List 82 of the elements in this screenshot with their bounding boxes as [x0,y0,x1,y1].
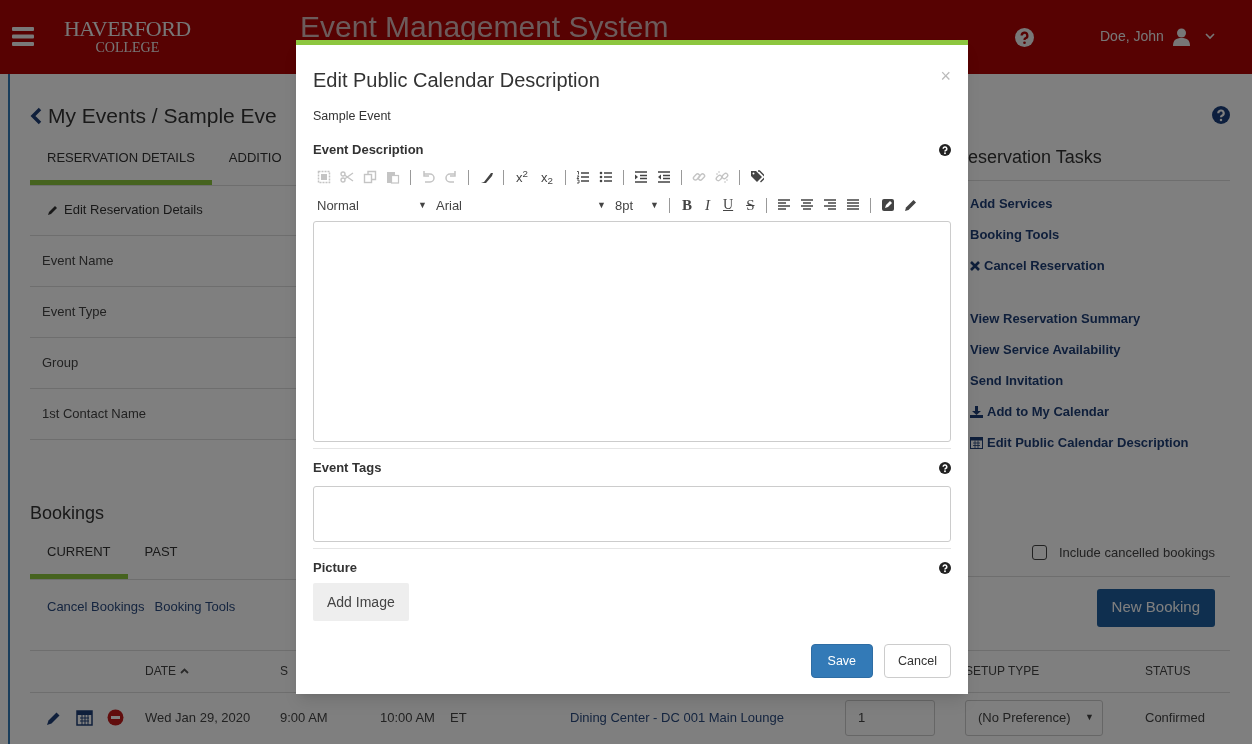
task-link[interactable]: Add Services [970,188,1230,219]
format-dropdown[interactable]: Normal ▼ [317,195,427,215]
dialog-title: Edit Public Calendar Description [313,68,600,93]
table-cell-text: Confirmed [1145,708,1206,727]
align-left-icon[interactable] [777,198,792,213]
help-icon[interactable] [939,143,951,156]
add-image-button[interactable]: Add Image [313,583,409,622]
numbered-list-icon[interactable] [575,170,590,185]
table-cell-text: 9:00 AM [280,708,329,727]
app-title: Event Management System [300,9,669,45]
cancel-icon[interactable] [107,709,124,726]
subscript-button[interactable]: x$_{2}$ [538,170,555,184]
pencil-icon[interactable] [904,198,919,213]
table-cell-text: Wed Jan 29, 2020 [145,708,252,727]
align-justify-icon[interactable] [846,198,861,213]
menu-icon[interactable] [12,27,34,46]
tab[interactable]: ADDITIO [211,148,299,185]
tags-field[interactable] [313,485,951,542]
college-logo-subtext[interactable]: COLLEGE [95,41,160,55]
caret-down-icon [1204,33,1215,40]
close-icon [970,260,980,271]
task-link[interactable]: Edit Public Calendar Description [970,427,1230,458]
event-name-text: Sample Event [313,108,392,125]
strike-button[interactable]: S [744,197,757,213]
tab[interactable]: PAST [127,542,195,579]
pencil-icon [47,204,59,216]
edit-reservation-link[interactable]: Edit Reservation Details [64,200,203,220]
cancel-button[interactable]: Cancel [884,644,951,678]
breadcrumb: My Events / Sample Eve [48,103,277,130]
column-header[interactable]: DATE [145,662,177,680]
quantity-field[interactable]: 1 [845,699,935,736]
align-center-icon[interactable] [800,198,815,213]
field-label: 1st Contact Name [42,404,147,423]
user-menu[interactable]: Doe, John [1100,26,1215,47]
field-label: Group [42,353,79,372]
user-icon [1171,27,1191,46]
underline-button[interactable]: U [721,198,736,213]
column-header[interactable]: S [280,662,288,680]
task-link[interactable]: View Reservation Summary [970,303,1230,334]
help-icon[interactable] [939,561,951,574]
task-link[interactable]: View Service Availability [970,334,1230,365]
format-dropdown[interactable]: Arial ▼ [436,195,606,215]
college-logo-text[interactable]: HAVERFORD [64,18,191,40]
task-link[interactable]: Cancel Reservation [970,250,1230,281]
italic-button[interactable]: I [703,197,712,213]
download-icon [970,405,983,418]
section-heading: Bookings [30,502,106,525]
setup-type-select[interactable]: (No Preference) ▼ [965,699,1103,736]
tags-icon[interactable] [749,170,764,185]
action-link[interactable]: Booking Tools [154,596,236,617]
field-label: Event Type [42,302,107,321]
task-link[interactable]: Add to My Calendar [970,396,1230,427]
checkbox-label[interactable]: Include cancelled bookings [1058,543,1215,563]
outdent-icon[interactable] [656,170,671,185]
task-link[interactable]: Booking Tools [970,219,1230,250]
section-label: Picture [313,558,358,577]
tab[interactable]: RESERVATION DETAILS [30,148,212,185]
save-button[interactable]: Save [810,644,874,678]
calendar-icon[interactable] [76,709,93,726]
superscript-button[interactable]: x$^{2}$ [514,170,530,184]
table-cell-text: 10:00 AM [380,708,436,727]
calendar-icon [970,436,983,449]
indent-icon[interactable] [633,170,648,185]
column-header[interactable]: STATUS [1145,662,1191,680]
action-link[interactable]: Cancel Bookings [47,596,145,617]
section-label: Event Description [313,140,424,159]
help-icon[interactable] [939,462,951,474]
section-label: Event Tags [313,459,382,478]
table-cell-text: ET [450,708,468,727]
align-right-icon[interactable] [823,198,838,213]
task-link[interactable]: Send Invitation [970,365,1230,396]
bold-button[interactable]: B [680,197,694,213]
fill-color-icon[interactable] [881,198,896,213]
checkbox[interactable] [1031,545,1047,561]
new-booking-button[interactable]: New Booking [1096,588,1215,627]
format-dropdown[interactable]: 8pt ▼ [615,195,659,215]
sort-up-icon [180,668,190,674]
bulleted-list-icon[interactable] [598,170,613,185]
back-chevron-icon[interactable] [30,107,42,125]
field-label: Event Name [42,251,114,270]
tab[interactable]: CURRENT [30,542,128,579]
location-link[interactable]: Dining Center - DC 001 Main Lounge [570,707,845,728]
